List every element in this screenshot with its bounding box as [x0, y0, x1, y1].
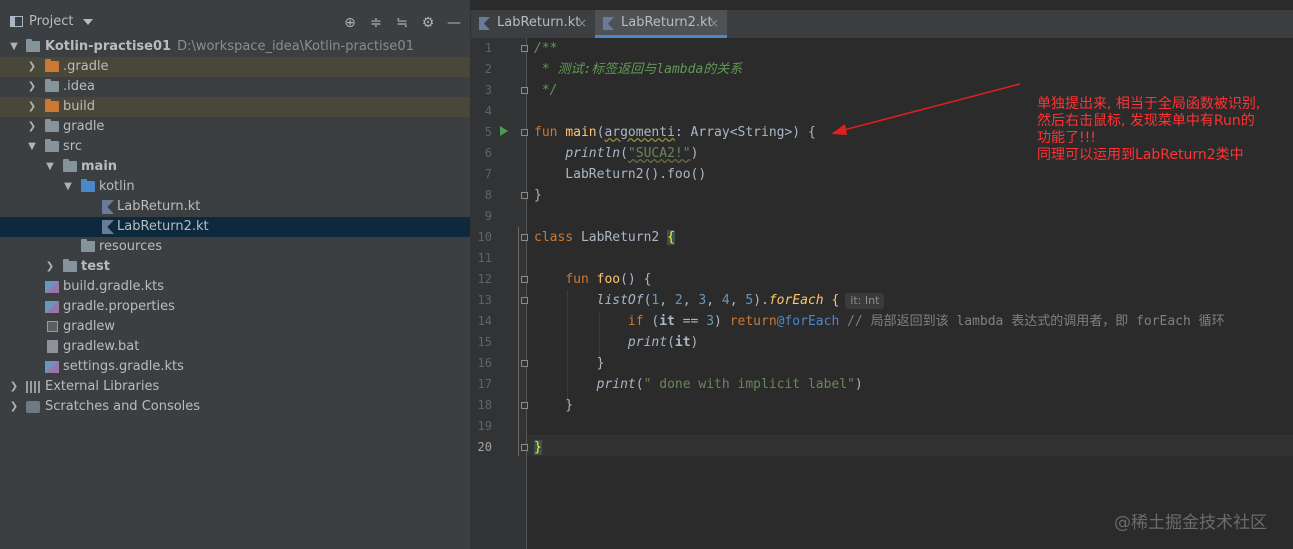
annotation-line: 单独提出来, 相当于全局函数被识别,	[1037, 96, 1261, 112]
annotation-arrow	[831, 83, 1021, 135]
annotation-line: 功能了!!!	[1037, 130, 1096, 146]
annotation-arrow-line	[839, 83, 1021, 132]
annotation-arrow-head	[831, 124, 847, 135]
annotation-line: 同理可以运用到LabReturn2类中	[1037, 147, 1244, 163]
watermark: @稀土掘金技术社区	[1114, 513, 1267, 533]
annotation-text: 单独提出来, 相当于全局函数被识别, 然后右击鼠标, 发现菜单中有Run的 功能…	[1037, 96, 1277, 164]
annotation-line: 然后右击鼠标, 发现菜单中有Run的	[1037, 113, 1255, 129]
